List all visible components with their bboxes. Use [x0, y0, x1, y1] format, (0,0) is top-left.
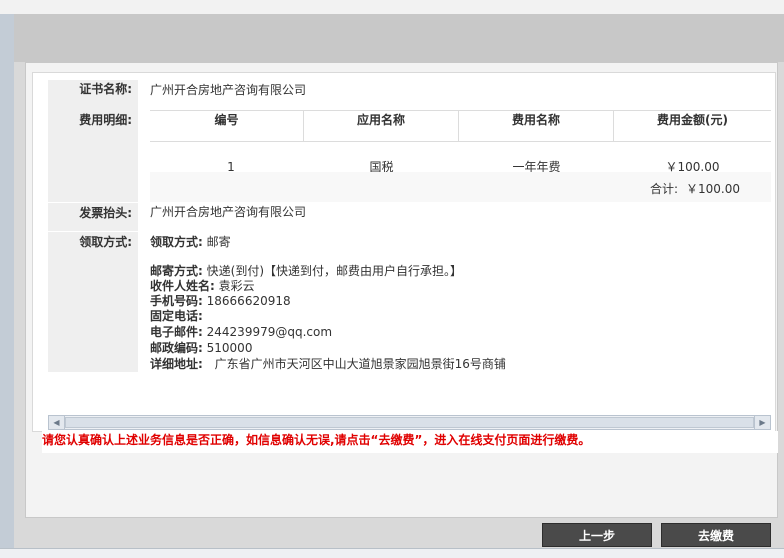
fee-header-amount: 费用金额(元)	[657, 113, 728, 127]
address-key: 详细地址:	[150, 357, 203, 371]
recipient-name-value: 袁彩云	[218, 279, 255, 293]
fee-header-no: 编号	[150, 111, 304, 141]
email-key: 电子邮件:	[150, 325, 203, 339]
email-value: 244239979@qq.com	[206, 325, 333, 339]
fee-total-value: ￥100.00	[686, 182, 740, 196]
mobile-key: 手机号码:	[150, 294, 203, 308]
address-line: 详细地址: 广东省广州市天河区中山大道旭景家园旭景街16号商铺	[150, 356, 506, 372]
mobile-value: 18666620918	[206, 294, 291, 308]
receive-method-value: 邮寄	[206, 235, 231, 249]
receive-method-key: 领取方式:	[150, 235, 203, 249]
scroll-right-arrow-icon[interactable]: ▶	[754, 416, 770, 429]
go-pay-button[interactable]: 去缴费	[661, 523, 771, 547]
mobile-line: 手机号码: 18666620918	[150, 293, 291, 309]
cert-name-label: 证书名称:	[48, 80, 138, 110]
fee-total-row: 合计: ￥100.00	[150, 172, 771, 202]
confirmation-notice: 请您认真确认上述业务信息是否正确，如信息确认无误,请点击“去缴费”，进入在线支付…	[42, 431, 778, 453]
receive-method-line: 领取方式: 邮寄	[150, 233, 231, 250]
recipient-name-key: 收件人姓名:	[150, 279, 215, 293]
postcode-value: 510000	[206, 341, 253, 355]
phone-line: 固定电话:	[150, 308, 203, 324]
mail-method-key: 邮寄方式:	[150, 264, 203, 278]
horizontal-scrollbar[interactable]: ◀ ▶	[48, 415, 771, 430]
postcode-key: 邮政编码:	[150, 341, 203, 355]
window-top-strip	[0, 0, 784, 14]
invoice-title-label: 发票抬头:	[48, 203, 138, 231]
email-line: 电子邮件: 244239979@qq.com	[150, 324, 332, 340]
fee-table-header: 编号 应用名称 费用名称 费用金额(元)	[150, 110, 771, 142]
prev-step-button[interactable]: 上一步	[542, 523, 652, 547]
fee-total-label: 合计:	[650, 182, 679, 196]
header-band	[0, 14, 784, 62]
postcode-line: 邮政编码: 510000	[150, 340, 252, 356]
receive-method-label: 领取方式:	[48, 232, 138, 372]
address-value: 广东省广州市天河区中山大道旭景家园旭景街16号商铺	[214, 357, 506, 371]
phone-key: 固定电话:	[150, 309, 203, 323]
scroll-left-arrow-icon[interactable]: ◀	[49, 416, 65, 429]
fee-header-fee-name: 费用名称	[459, 111, 614, 141]
invoice-title-value: 广州开合房地产咨询有限公司	[150, 205, 307, 219]
mail-method-value: 快递(到付)【快递到付，邮费由用户自行承担。】	[206, 264, 463, 278]
fee-header-app: 应用名称	[304, 111, 459, 141]
mail-method-line: 邮寄方式: 快递(到付)【快递到付，邮费由用户自行承担。】	[150, 263, 462, 279]
fee-detail-label: 费用明细:	[48, 110, 138, 202]
cert-name-value: 广州开合房地产咨询有限公司	[150, 83, 307, 97]
recipient-name-line: 收件人姓名: 袁彩云	[150, 278, 255, 294]
left-edge	[0, 14, 14, 557]
scroll-thumb[interactable]	[65, 417, 754, 428]
